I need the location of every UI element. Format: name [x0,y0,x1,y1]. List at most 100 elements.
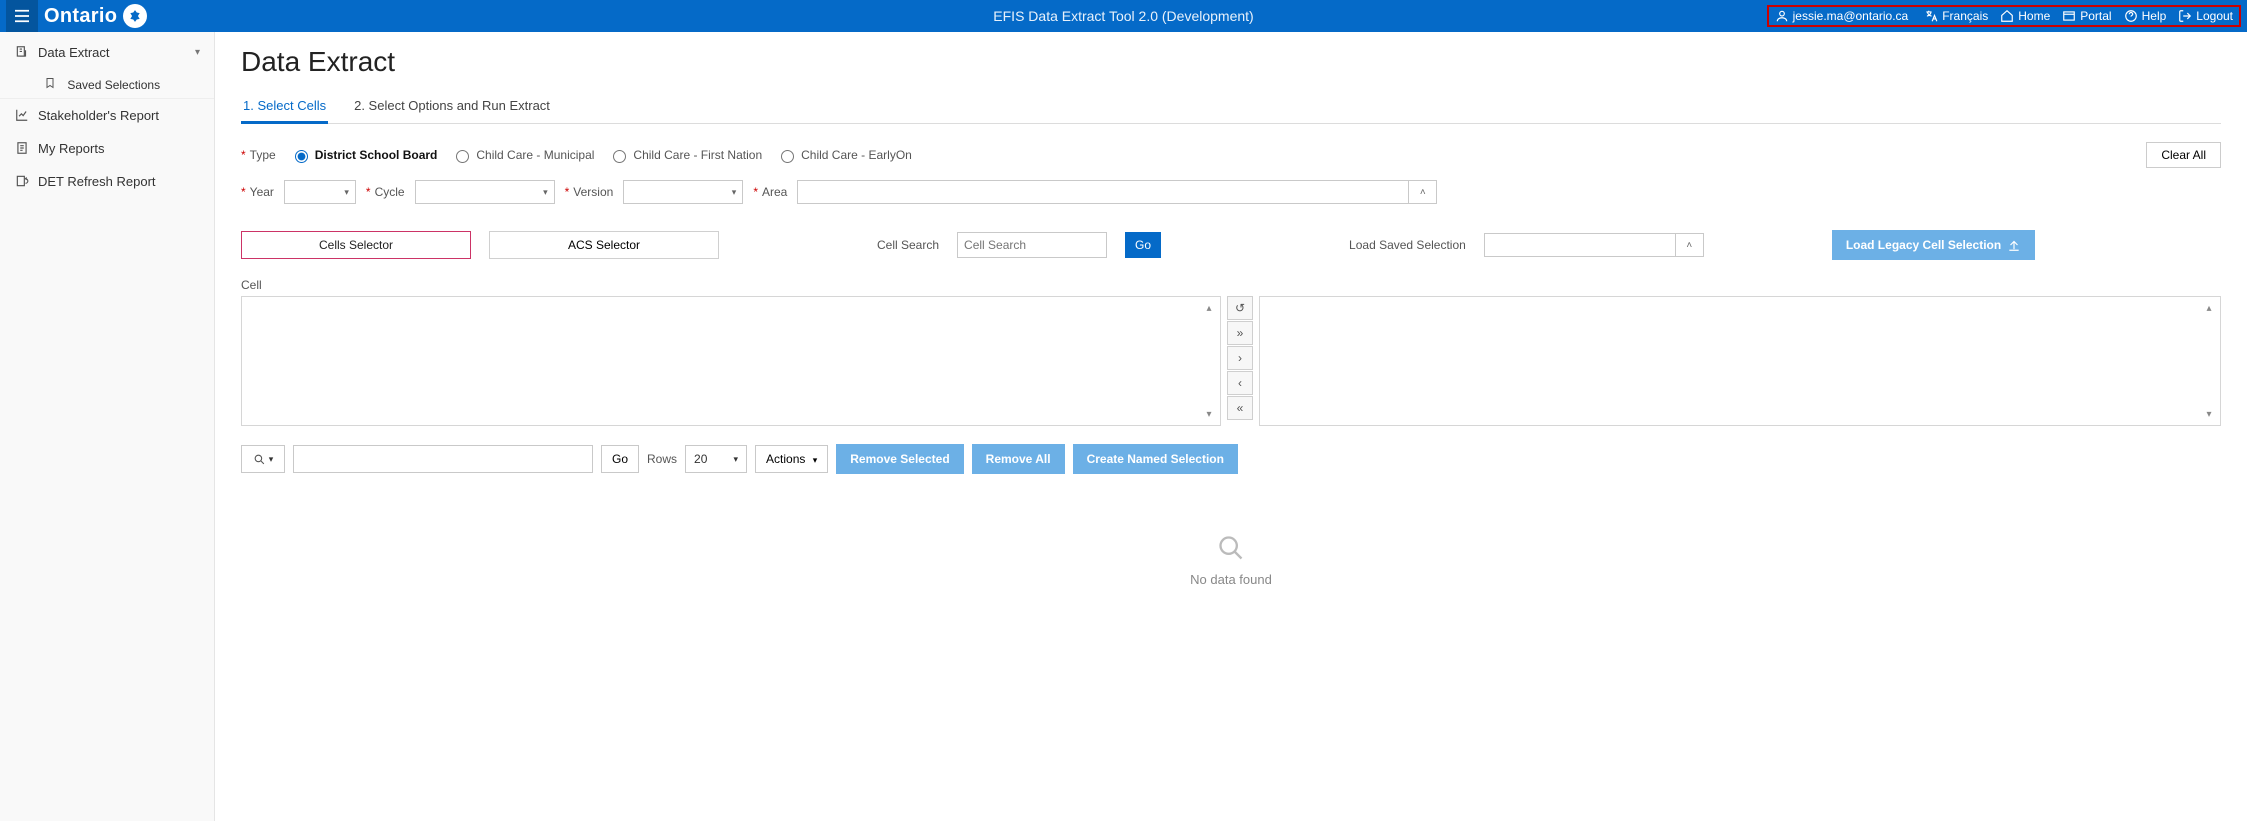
portal-label: Portal [2080,9,2111,23]
logout-link[interactable]: Logout [2178,9,2233,23]
load-saved-selection-dropdown-button[interactable]: ˄ [1675,234,1703,256]
cells-selector-button[interactable]: Cells Selector [241,231,471,259]
search-column-picker[interactable]: ▾ [241,445,285,473]
radio-cc-earlyon[interactable]: Child Care - EarlyOn [776,147,912,163]
ontario-logo-icon [123,4,147,28]
rows-label: Rows [647,452,677,466]
sidebar-label: Stakeholder's Report [38,108,159,123]
empty-state-text: No data found [1190,572,1272,587]
acs-selector-button[interactable]: ACS Selector [489,231,719,259]
sidebar-item-saved-selections[interactable]: Saved Selections [0,69,214,99]
rows-per-page-select[interactable]: 20 ▾ [685,445,747,473]
sidebar: Data Extract ▾ Saved Selections Stakehol… [0,32,215,821]
sidebar-item-data-extract[interactable]: Data Extract ▾ [0,36,214,69]
cell-search-go-button[interactable]: Go [1125,232,1161,258]
legacy-btn-label: Load Legacy Cell Selection [1846,238,2001,252]
table-go-button[interactable]: Go [601,445,639,473]
cell-shuttle: ▴ ▾ ↺ » › ‹ « ▴ ▾ [241,296,2221,426]
remove-selected-button[interactable]: Remove Selected [836,444,963,474]
table-toolbar: ▾ Go Rows 20 ▾ Actions ▾ Remove Selected… [241,444,2221,474]
reports-icon [14,140,30,156]
type-label: *Type [241,148,276,162]
radio-ccm-input[interactable] [456,150,469,163]
load-saved-selection-input[interactable] [1485,234,1675,256]
scroll-up-icon[interactable]: ▴ [2200,299,2218,317]
radio-ccfn-input[interactable] [613,150,626,163]
chevron-down-icon: ▾ [734,454,739,465]
refresh-report-icon [14,173,30,189]
menu-toggle-button[interactable] [6,0,38,32]
cell-search-label: Cell Search [877,238,939,252]
move-all-right-button[interactable]: » [1227,321,1253,345]
chevron-down-icon: ▾ [813,455,818,465]
selected-cells-listbox[interactable]: ▴ ▾ [1259,296,2221,426]
search-icon [253,453,266,466]
data-extract-icon [14,44,30,60]
area-input[interactable] [798,181,1408,203]
chevron-down-icon: ▾ [543,187,548,198]
clear-all-button[interactable]: Clear All [2146,142,2221,168]
sidebar-item-my-reports[interactable]: My Reports [0,132,214,165]
remove-all-button[interactable]: Remove All [972,444,1065,474]
table-search-input[interactable] [293,445,593,473]
shuttle-buttons: ↺ » › ‹ « [1227,296,1253,426]
year-label: *Year [241,185,274,199]
load-saved-selection-combo[interactable]: ˄ [1484,233,1704,257]
radio-cc-municipal[interactable]: Child Care - Municipal [451,147,594,163]
move-left-button[interactable]: ‹ [1227,371,1253,395]
radio-cc-first-nation[interactable]: Child Care - First Nation [608,147,762,163]
sidebar-item-det-refresh-report[interactable]: DET Refresh Report [0,165,214,198]
sidebar-label: My Reports [38,141,104,156]
radio-dsb[interactable]: District School Board [290,147,438,163]
area-combo[interactable]: ˄ [797,180,1437,204]
home-icon [2000,9,2014,23]
brand-text: Ontario [44,5,117,28]
scroll-up-icon[interactable]: ▴ [1200,299,1218,317]
cell-section-label: Cell [241,278,2221,292]
area-label: *Area [753,185,787,199]
empty-state: No data found [241,534,2221,587]
chevron-down-icon: ▾ [732,187,737,198]
home-link[interactable]: Home [2000,9,2050,23]
help-icon [2124,9,2138,23]
move-right-button[interactable]: › [1227,346,1253,370]
reset-icon: ↺ [1235,301,1245,315]
area-dropdown-button[interactable]: ˄ [1408,181,1436,203]
logout-icon [2178,9,2192,23]
lang-link[interactable]: Français [1924,9,1988,23]
chevron-up-icon: ˄ [1420,187,1426,198]
sidebar-label: Saved Selections [67,78,160,92]
radio-cceo-label: Child Care - EarlyOn [801,148,912,162]
user-email: jessie.ma@ontario.ca [1793,9,1909,23]
year-select[interactable]: ▾ [284,180,356,204]
create-named-selection-button[interactable]: Create Named Selection [1073,444,1238,474]
sidebar-item-stakeholders-report[interactable]: Stakeholder's Report [0,99,214,132]
translate-icon [1924,9,1938,23]
home-label: Home [2018,9,2050,23]
app-title: EFIS Data Extract Tool 2.0 (Development) [993,8,1253,24]
move-all-left-button[interactable]: « [1227,396,1253,420]
main-content: Data Extract 1. Select Cells 2. Select O… [215,32,2247,821]
header-right-links: jessie.ma@ontario.ca Français Home Porta… [1767,5,2241,27]
load-legacy-cell-selection-button[interactable]: Load Legacy Cell Selection [1832,230,2035,260]
available-cells-listbox[interactable]: ▴ ▾ [241,296,1221,426]
radio-dsb-input[interactable] [295,150,308,163]
double-chevron-right-icon: » [1237,326,1244,340]
portal-link[interactable]: Portal [2062,9,2111,23]
chevron-right-icon: › [1238,351,1242,365]
scroll-down-icon[interactable]: ▾ [2200,405,2218,423]
help-link[interactable]: Help [2124,9,2167,23]
chevron-down-icon: ▾ [344,187,349,198]
actions-menu-button[interactable]: Actions ▾ [755,445,828,473]
bookmark-icon [42,75,58,91]
radio-cceo-input[interactable] [781,150,794,163]
scroll-down-icon[interactable]: ▾ [1200,405,1218,423]
cycle-select[interactable]: ▾ [415,180,555,204]
version-select[interactable]: ▾ [623,180,743,204]
cell-search-input[interactable] [957,232,1107,258]
reset-button[interactable]: ↺ [1227,296,1253,320]
dropdown-filter-row: *Year ▾ *Cycle ▾ *Version ▾ *Area ˄ [241,180,2221,204]
tab-select-cells[interactable]: 1. Select Cells [241,92,328,124]
tab-options[interactable]: 2. Select Options and Run Extract [352,92,552,123]
page-title: Data Extract [241,46,2221,78]
